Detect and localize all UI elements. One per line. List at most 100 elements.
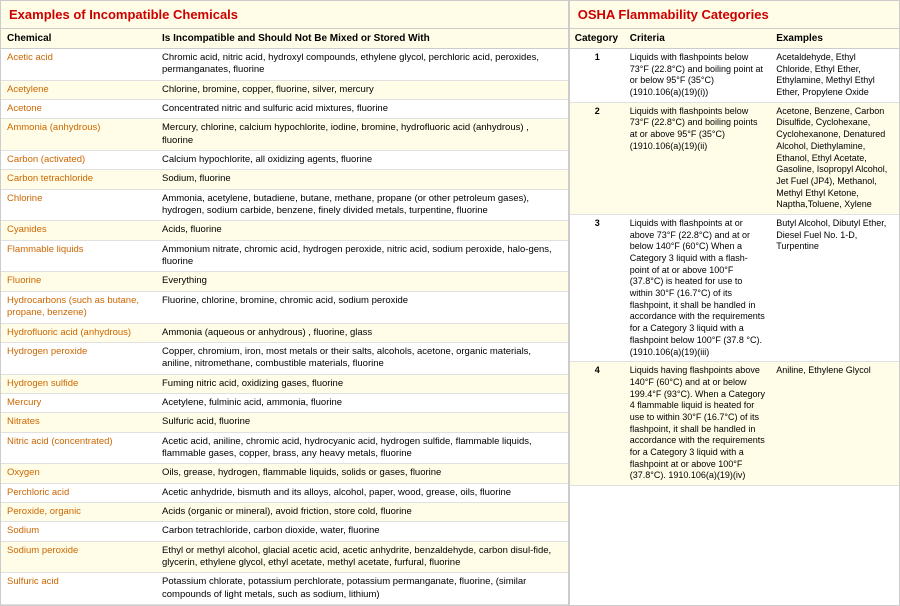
chemical-name: Acetic acid (1, 49, 156, 81)
table-row: 1Liquids with flashpoints below 73°F (22… (570, 49, 899, 103)
chemical-name: Sodium peroxide (1, 541, 156, 573)
table-row: Hydrogen sulfideFuming nitric acid, oxid… (1, 374, 568, 393)
left-panel: Examples of Incompatible Chemicals Chemi… (1, 1, 570, 605)
table-row: Peroxide, organicAcids (organic or miner… (1, 502, 568, 521)
incompatible-list: Fuming nitric acid, oxidizing gases, flu… (156, 374, 568, 393)
table-row: CyanidesAcids, fluorine (1, 221, 568, 240)
incompatible-list: Everything (156, 272, 568, 291)
table-row: Carbon tetrachlorideSodium, fluorine (1, 170, 568, 189)
incompatible-list: Acids, fluorine (156, 221, 568, 240)
chemical-name: Hydrogen sulfide (1, 374, 156, 393)
incompatible-list: Carbon tetrachloride, carbon dioxide, wa… (156, 522, 568, 541)
chemical-name: Cyanides (1, 221, 156, 240)
col-category: Category (570, 29, 625, 49)
incompatible-list: Mercury, chlorine, calcium hypochlorite,… (156, 119, 568, 151)
chemical-name: Hydrogen peroxide (1, 342, 156, 374)
category-criteria: Liquids having flashpoints above 140°F (… (625, 362, 771, 486)
table-row: AcetyleneChlorine, bromine, copper, fluo… (1, 80, 568, 99)
table-row: Carbon (activated)Calcium hypochlorite, … (1, 151, 568, 170)
table-row: Ammonia (anhydrous)Mercury, chlorine, ca… (1, 119, 568, 151)
category-examples: Aniline, Ethylene Glycol (771, 362, 899, 486)
chemical-name: Hydrocarbons (such as butane, propane, b… (1, 291, 156, 323)
table-row: ChlorineAmmonia, acetylene, butadiene, b… (1, 189, 568, 221)
incompatible-list: Ammonium nitrate, chromic acid, hydrogen… (156, 240, 568, 272)
chemical-name: Peroxide, organic (1, 502, 156, 521)
table-row: 3Liquids with flashpoints at or above 73… (570, 214, 899, 361)
table-row: Hydrofluoric acid (anhydrous)Ammonia (aq… (1, 323, 568, 342)
table-row: Nitric acid (concentrated)Acetic acid, a… (1, 432, 568, 464)
incompatible-list: Fluorine, chlorine, bromine, chromic aci… (156, 291, 568, 323)
table-row: Sulfuric acidPotassium chlorate, potassi… (1, 573, 568, 605)
incompatible-list: Chlorine, bromine, copper, fluorine, sil… (156, 80, 568, 99)
table-row: Flammable liquidsAmmonium nitrate, chrom… (1, 240, 568, 272)
right-table-header-row: Category Criteria Examples (570, 29, 899, 49)
col-criteria: Criteria (625, 29, 771, 49)
col-incompatible: Is Incompatible and Should Not Be Mixed … (156, 29, 568, 49)
incompatible-list: Copper, chromium, iron, most metals or t… (156, 342, 568, 374)
incompatible-list: Sulfuric acid, fluorine (156, 413, 568, 432)
left-table-header-row: Chemical Is Incompatible and Should Not … (1, 29, 568, 49)
left-header: Examples of Incompatible Chemicals (1, 1, 568, 29)
table-row: Perchloric acidAcetic anhydride, bismuth… (1, 483, 568, 502)
chemical-name: Sodium (1, 522, 156, 541)
incompatible-list: Ammonia, acetylene, butadiene, butane, m… (156, 189, 568, 221)
chemical-name: Oxygen (1, 464, 156, 483)
category-criteria: Liquids with flashpoints below 73°F (22.… (625, 49, 771, 103)
incompatible-chemicals-table: Chemical Is Incompatible and Should Not … (1, 29, 568, 605)
incompatible-list: Acetic anhydride, bismuth and its alloys… (156, 483, 568, 502)
incompatible-list: Chromic acid, nitric acid, hydroxyl comp… (156, 49, 568, 81)
table-row: Sodium peroxideEthyl or methyl alcohol, … (1, 541, 568, 573)
incompatible-list: Concentrated nitric and sulfuric acid mi… (156, 100, 568, 119)
incompatible-list: Acids (organic or mineral), avoid fricti… (156, 502, 568, 521)
chemical-name: Mercury (1, 393, 156, 412)
incompatible-list: Sodium, fluorine (156, 170, 568, 189)
table-row: Acetic acidChromic acid, nitric acid, hy… (1, 49, 568, 81)
chemical-name: Fluorine (1, 272, 156, 291)
chemical-name: Nitric acid (concentrated) (1, 432, 156, 464)
table-row: NitratesSulfuric acid, fluorine (1, 413, 568, 432)
chemical-name: Carbon tetrachloride (1, 170, 156, 189)
table-row: SodiumCarbon tetrachloride, carbon dioxi… (1, 522, 568, 541)
chemical-name: Acetylene (1, 80, 156, 99)
category-examples: Acetone, Benzene, Carbon Disulfide, Cycl… (771, 102, 899, 214)
col-chemical: Chemical (1, 29, 156, 49)
table-row: 4Liquids having flashpoints above 140°F … (570, 362, 899, 486)
category-number: 2 (570, 102, 625, 214)
chemical-name: Sulfuric acid (1, 573, 156, 605)
chemical-name: Ammonia (anhydrous) (1, 119, 156, 151)
table-row: 2Liquids with flashpoints below 73°F (22… (570, 102, 899, 214)
left-title: Examples of Incompatible Chemicals (9, 7, 560, 22)
chemical-name: Flammable liquids (1, 240, 156, 272)
chemical-name: Nitrates (1, 413, 156, 432)
main-container: Examples of Incompatible Chemicals Chemi… (0, 0, 900, 606)
right-header: OSHA Flammability Categories (570, 1, 899, 29)
incompatible-list: Ammonia (aqueous or anhydrous) , fluorin… (156, 323, 568, 342)
incompatible-list: Acetylene, fulminic acid, ammonia, fluor… (156, 393, 568, 412)
table-row: Hydrogen peroxideCopper, chromium, iron,… (1, 342, 568, 374)
incompatible-list: Acetic acid, aniline, chromic acid, hydr… (156, 432, 568, 464)
table-row: OxygenOils, grease, hydrogen, flammable … (1, 464, 568, 483)
category-examples: Butyl Alcohol, Dibutyl Ether, Diesel Fue… (771, 214, 899, 361)
category-criteria: Liquids with flashpoints at or above 73°… (625, 214, 771, 361)
flammability-table: Category Criteria Examples 1Liquids with… (570, 29, 899, 486)
chemical-name: Acetone (1, 100, 156, 119)
incompatible-list: Oils, grease, hydrogen, flammable liquid… (156, 464, 568, 483)
category-examples: Acetaldehyde, Ethyl Chloride, Ethyl Ethe… (771, 49, 899, 103)
category-number: 3 (570, 214, 625, 361)
incompatible-list: Potassium chlorate, potassium perchlorat… (156, 573, 568, 605)
chemical-name: Chlorine (1, 189, 156, 221)
col-examples: Examples (771, 29, 899, 49)
right-title: OSHA Flammability Categories (578, 7, 891, 22)
category-criteria: Liquids with flashpoints below 73°F (22.… (625, 102, 771, 214)
table-row: AcetoneConcentrated nitric and sulfuric … (1, 100, 568, 119)
chemical-name: Carbon (activated) (1, 151, 156, 170)
chemical-name: Perchloric acid (1, 483, 156, 502)
incompatible-list: Calcium hypochlorite, all oxidizing agen… (156, 151, 568, 170)
incompatible-list: Ethyl or methyl alcohol, glacial acetic … (156, 541, 568, 573)
table-row: FluorineEverything (1, 272, 568, 291)
category-number: 4 (570, 362, 625, 486)
category-number: 1 (570, 49, 625, 103)
right-panel: OSHA Flammability Categories Category Cr… (570, 1, 899, 605)
table-row: Hydrocarbons (such as butane, propane, b… (1, 291, 568, 323)
chemical-name: Hydrofluoric acid (anhydrous) (1, 323, 156, 342)
